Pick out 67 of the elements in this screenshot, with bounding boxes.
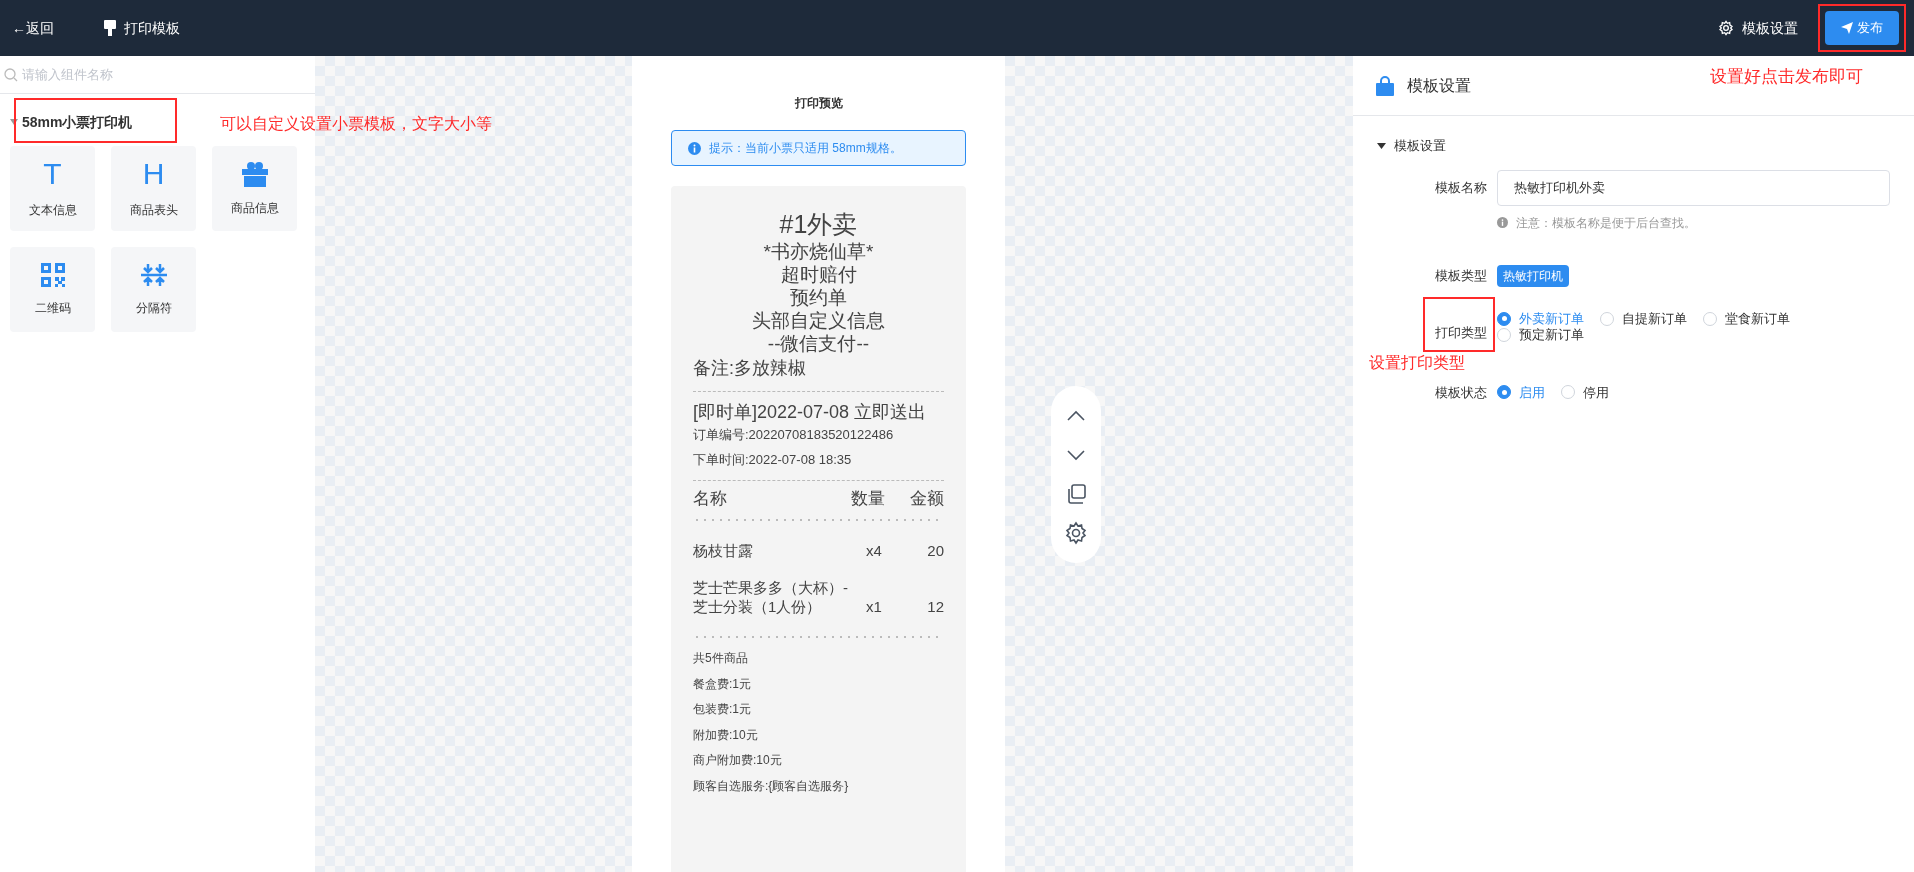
search-field[interactable]: 请输入组件名称 [22,64,311,85]
item-amount: 20 [926,541,944,560]
receipt-detail: 订单编号:20220708183520122486 [693,426,895,444]
field-label: 模板类型 [1434,266,1488,285]
radio-option[interactable]: 外卖新订单 [1497,310,1584,327]
receipt-summary-line: 共5件商品 [693,650,749,667]
annotation-note: 设置好点击发布即可 [1710,66,1863,88]
preview-title: 打印预览 [794,95,843,112]
receipt-title: #1外卖 [778,209,859,240]
component-card[interactable]: T 文本信息 [10,146,95,231]
field-label: 打印类型 [1435,323,1487,342]
receipt-summary-line: 顾客自选服务:{顾客自选服务} [693,777,850,795]
settings-icon[interactable] [1064,521,1088,545]
shopping-bag-icon [1375,75,1395,96]
item-name: 杨枝甘露 [693,541,754,560]
annotation-note: 设置打印类型 [1369,352,1466,373]
radio-option[interactable]: 堂食新订单 [1703,310,1790,327]
search-icon [4,67,18,82]
receipt-header-line: 头部自定义信息 [751,309,886,332]
receipt-remark: 备注:多放辣椒 [693,357,807,380]
receipt-header-line: --微信支付-- [766,332,871,355]
text-icon: T [43,158,62,189]
template-settings-link[interactable]: 模板设置 [1742,17,1798,39]
receipt-summary-line: 包装费:1元 [693,701,752,718]
paint-roller-icon [104,20,116,36]
info-icon [1497,217,1508,228]
field-hint: 注意：模板名称是便于后台查找。 [1516,214,1696,232]
item-amount: 12 [926,597,944,616]
paper-plane-icon [1841,22,1853,34]
back-link[interactable]: ←返回 [12,17,54,39]
receipt-summary-line: 附加费:10元 [693,726,759,744]
type-tag: 热敏打印机 [1497,264,1569,287]
heading-icon: H [142,158,165,189]
receipt-detail: 下单时间:2022-07-08 18:35 [693,451,853,469]
component-card[interactable]: H 商品表头 [111,146,196,231]
receipt-header-line: *书亦烧仙草* [762,240,875,263]
annotation-note: 可以自定义设置小票模板，文字大小等 [220,114,492,134]
gift-icon [240,160,269,187]
receipt-summary-line: 商户附加费:10元 [693,752,783,769]
receipt-order-line: [即时单]2022-07-08 立即送出 [693,402,928,422]
info-notice: 提示：当前小票只适用 58mm规格。 [671,130,966,166]
group-title[interactable]: 58mm小票打印机 [22,111,133,133]
info-icon [688,141,701,155]
component-card[interactable]: 二维码 [10,247,95,332]
column-header: 数量 [851,489,886,509]
receipt-summary-line: 餐盒费:1元 [693,675,752,693]
template-name-field[interactable]: 热敏打印机外卖 [1497,169,1890,206]
radio-option[interactable]: 停用 [1561,382,1609,402]
item-quantity: x4 [865,541,883,560]
receipt-header-line: 超时赔付 [779,263,858,286]
compress-arrows-icon [140,262,167,287]
field-label: 模板状态 [1434,383,1488,402]
item-quantity: x1 [865,597,883,616]
section-title[interactable]: 模板设置 [1394,136,1446,156]
radio-option[interactable]: 预定新订单 [1497,326,1584,343]
receipt-header-line: 预约单 [789,286,848,309]
radio-option[interactable]: 启用 [1497,382,1545,402]
column-header: 名称 [693,489,728,509]
radio-option[interactable]: 自提新订单 [1600,310,1687,327]
item-name: 芝士芒果多多（大杯）-芝士分装（1人份） [693,578,849,616]
panel-title: 模板设置 [1407,75,1471,96]
component-card[interactable]: 商品信息 [212,146,297,231]
qr-code-icon [40,262,65,287]
page-title: 打印模板 [124,18,180,38]
column-header: 金额 [909,489,944,509]
field-label: 模板名称 [1434,178,1488,197]
component-card[interactable]: 分隔符 [111,247,196,332]
